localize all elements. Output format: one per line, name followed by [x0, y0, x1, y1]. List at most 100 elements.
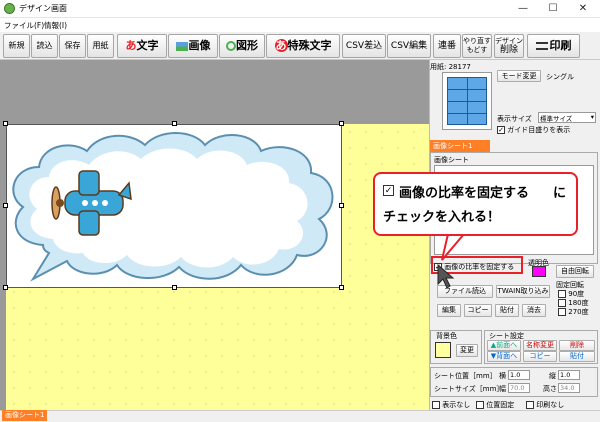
cloud-speech-bubble-image	[12, 132, 334, 282]
image-button[interactable]: 画像	[168, 34, 218, 58]
sheet-copy-button[interactable]: コピー	[523, 351, 557, 362]
no-print-label: 印刷なし	[536, 401, 565, 409]
resize-handle[interactable]	[3, 285, 8, 290]
delete-line2: 削除	[499, 45, 518, 55]
close-button[interactable]: ✕	[568, 0, 598, 18]
resize-handle[interactable]	[339, 203, 344, 208]
open-button[interactable]: 読込	[31, 34, 58, 58]
status-bar	[0, 410, 600, 422]
form-number: 用紙: 28177	[430, 63, 471, 71]
menu-bar	[0, 18, 600, 32]
lock-position-label: 位置固定	[486, 401, 515, 409]
callout-pointer	[441, 233, 467, 261]
width-input[interactable]: 70.0	[508, 383, 530, 393]
display-size-value: 標準サイズ	[540, 115, 573, 123]
background-color-swatch[interactable]	[435, 342, 451, 358]
sheet-delete-button[interactable]: 削除	[559, 340, 595, 351]
height-input[interactable]: 34.0	[558, 383, 580, 393]
menu-file[interactable]: ファイル(F)	[4, 20, 44, 31]
twain-load-button[interactable]: TWAIN取り込み	[496, 285, 550, 298]
paste-button[interactable]: 貼付	[495, 304, 519, 317]
csv-insert-button[interactable]: CSV差込	[342, 34, 386, 58]
edit-button[interactable]: 編集	[437, 304, 461, 317]
undo-line1: やり直す	[463, 37, 491, 45]
width-label: 幅	[499, 385, 506, 393]
image-button-label: 画像	[188, 39, 211, 52]
lock-position-checkbox[interactable]: 位置固定	[476, 400, 514, 410]
layout-grid	[447, 77, 487, 125]
rotate-180-label: 180度	[568, 299, 589, 307]
hide-box[interactable]	[432, 401, 440, 409]
lock-position-box[interactable]	[476, 401, 484, 409]
horizontal-label: 横	[499, 372, 506, 380]
new-button[interactable]: 新規	[3, 34, 30, 58]
callout-line1-suffix: に	[553, 186, 567, 201]
resize-handle[interactable]	[172, 285, 177, 290]
shape-button[interactable]: 図形	[219, 34, 265, 58]
chevron-down-icon: ▾	[590, 113, 594, 121]
free-rotate-button[interactable]: 自由回転	[556, 265, 594, 278]
text-button-label: 文字	[136, 39, 159, 52]
sheet-paste-button[interactable]: 貼付	[559, 351, 595, 362]
maximize-button[interactable]: ☐	[538, 0, 568, 18]
no-print-checkbox[interactable]: 印刷なし	[526, 400, 564, 410]
vertical-position-input[interactable]: 1.0	[558, 370, 580, 380]
mode-change-button[interactable]: モード変更	[497, 70, 541, 82]
print-button-label: 印刷	[549, 39, 572, 52]
erase-button[interactable]: 消去	[522, 304, 546, 317]
background-change-button[interactable]: 変更	[456, 344, 478, 357]
text-button[interactable]: あ文字	[117, 34, 167, 58]
hide-checkbox[interactable]: 表示なし	[432, 400, 470, 410]
hide-label: 表示なし	[442, 401, 471, 409]
app-icon	[4, 3, 15, 14]
background-color-label: 背景色	[436, 332, 457, 340]
copy-button[interactable]: コピー	[464, 304, 492, 317]
special-text-button[interactable]: あ特殊文字	[266, 34, 340, 58]
special-text-icon: あ	[274, 39, 288, 52]
position-label: シート位置［mm］	[434, 372, 497, 380]
tab-image-sheet[interactable]: 画像シート1	[430, 140, 490, 152]
no-print-box[interactable]	[526, 401, 534, 409]
undo-button[interactable]: やり直す もどす	[462, 34, 492, 58]
guide-checkbox[interactable]: ✓ ガイド目盛りを表示	[497, 125, 570, 135]
undo-line2: もどす	[466, 46, 488, 54]
resize-handle[interactable]	[172, 121, 177, 126]
resize-handle[interactable]	[3, 203, 8, 208]
status-sheet-tab[interactable]: 画像シート1	[2, 410, 48, 421]
shape-button-label: 図形	[236, 39, 258, 52]
sheet-group-title: 画像シート	[434, 156, 469, 164]
special-text-label: 特殊文字	[287, 39, 332, 52]
size-label: シートサイズ［mm］	[434, 385, 504, 393]
print-button[interactable]: 印刷	[527, 34, 580, 58]
delete-design-button[interactable]: デザイン 削除	[494, 34, 524, 58]
window-title: デザイン画面	[19, 4, 67, 13]
mouse-cursor-icon	[437, 264, 455, 289]
image-sheet[interactable]	[6, 124, 342, 288]
csv-edit-button[interactable]: CSV編集	[387, 34, 431, 58]
guide-checkbox-box[interactable]: ✓	[497, 126, 505, 134]
menu-info[interactable]: 情報(I)	[44, 20, 67, 31]
rename-button[interactable]: 名称変更	[523, 340, 557, 351]
move-back-button[interactable]: ▼背面へ	[487, 351, 521, 362]
mode-label: シングル	[546, 73, 574, 81]
circle-icon	[226, 41, 236, 51]
rotate-180-box[interactable]	[558, 299, 566, 307]
callout-line2: チェックを入れる！	[383, 210, 501, 225]
rotate-270-box[interactable]	[558, 308, 566, 316]
resize-handle[interactable]	[3, 121, 8, 126]
paper-button[interactable]: 用紙	[87, 34, 114, 58]
minimize-button[interactable]: —	[508, 0, 538, 18]
save-button[interactable]: 保存	[59, 34, 86, 58]
callout-checkbox-icon: ✓	[383, 185, 394, 196]
rotate-270-checkbox[interactable]: 270度	[558, 307, 589, 317]
serial-number-button[interactable]: 連番	[433, 34, 461, 58]
resize-handle[interactable]	[339, 285, 344, 290]
display-size-select[interactable]: 標準サイズ ▾	[538, 112, 596, 123]
horizontal-position-input[interactable]: 1.0	[508, 370, 530, 380]
resize-handle[interactable]	[339, 121, 344, 126]
display-size-label: 表示サイズ	[497, 115, 532, 123]
transparent-color-swatch[interactable]	[532, 266, 546, 277]
rotate-90-box[interactable]	[558, 290, 566, 298]
print-icon	[535, 42, 548, 50]
move-front-button[interactable]: ▲前面へ	[487, 340, 521, 351]
